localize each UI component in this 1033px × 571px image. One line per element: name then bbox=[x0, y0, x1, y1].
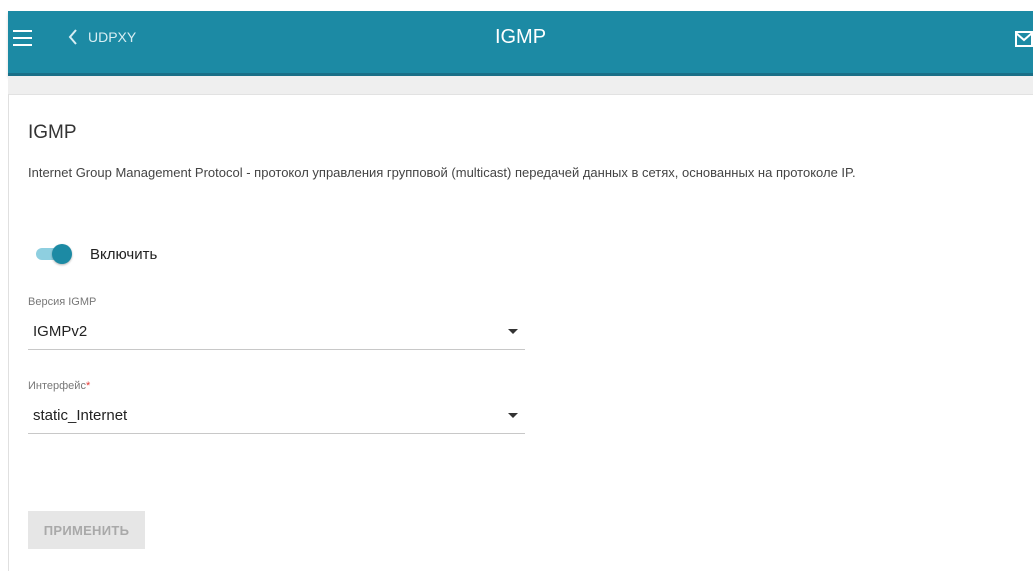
caret-down-icon bbox=[508, 413, 518, 418]
enable-toggle[interactable] bbox=[36, 244, 72, 264]
section-description: Internet Group Management Protocol - про… bbox=[28, 165, 856, 180]
page-title: IGMP bbox=[494, 26, 547, 48]
sub-header-bar bbox=[8, 76, 1033, 95]
top-navigation-bar: UDPXY IGMP bbox=[8, 11, 1033, 76]
interface-value: static_Internet bbox=[33, 407, 128, 424]
required-mark: * bbox=[85, 380, 91, 392]
section-title: IGMP bbox=[28, 122, 77, 143]
igmp-version-label: Версия IGMP bbox=[28, 296, 97, 308]
igmp-version-value: IGMPv2 bbox=[33, 323, 88, 340]
divider bbox=[8, 94, 9, 571]
enable-toggle-row: Включить bbox=[36, 244, 157, 264]
interface-field: Интерфейс* static_Internet bbox=[28, 380, 525, 434]
interface-select[interactable]: static_Internet bbox=[28, 403, 525, 434]
caret-down-icon bbox=[508, 329, 518, 334]
enable-toggle-label: Включить bbox=[90, 245, 158, 263]
igmp-version-field: Версия IGMP IGMPv2 bbox=[28, 296, 525, 350]
igmp-version-select[interactable]: IGMPv2 bbox=[28, 319, 525, 350]
apply-button[interactable]: ПРИМЕНИТЬ bbox=[28, 511, 145, 549]
mail-icon[interactable] bbox=[1015, 31, 1033, 47]
interface-label: Интерфейс* bbox=[28, 380, 91, 392]
